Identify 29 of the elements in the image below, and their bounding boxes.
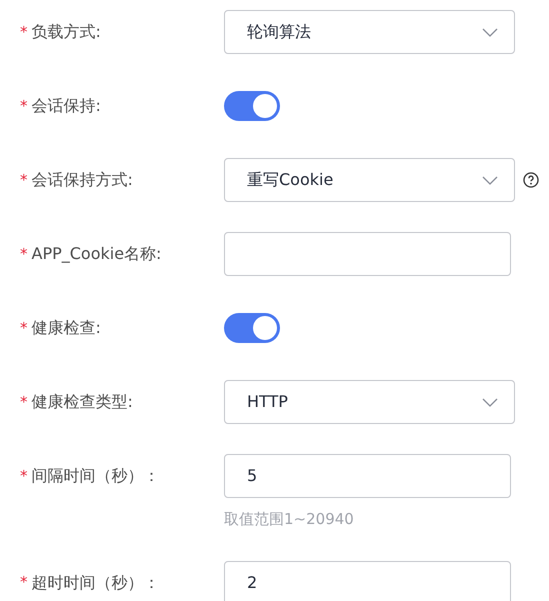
input-field[interactable]: 5 — [224, 454, 511, 498]
required-mark: * — [20, 572, 28, 594]
select-field[interactable]: 重写Cookie — [224, 158, 515, 202]
required-mark: * — [20, 466, 28, 487]
required-mark: * — [20, 392, 28, 413]
input-field[interactable]: 2 — [224, 560, 511, 601]
field-label: 间隔时间（秒）： — [32, 465, 160, 487]
field-label: 会话保持方式: — [32, 169, 133, 191]
toggle-switch[interactable] — [224, 91, 280, 121]
select-field[interactable]: 轮询算法 — [224, 10, 515, 54]
hint-text: 取值范围1~20940 — [224, 509, 355, 530]
field-label: 健康检查类型: — [32, 391, 133, 413]
required-mark: * — [20, 22, 28, 43]
required-mark: * — [20, 170, 28, 191]
field-label: 健康检查: — [32, 317, 101, 339]
input-field[interactable] — [224, 232, 511, 276]
toggle-switch[interactable] — [224, 313, 280, 343]
chevron-down-icon — [482, 176, 498, 184]
select-field[interactable]: HTTP — [224, 380, 515, 424]
required-mark: * — [20, 318, 28, 339]
help-icon[interactable] — [523, 172, 539, 188]
field-label: 会话保持: — [32, 95, 101, 117]
required-mark: * — [20, 244, 28, 265]
chevron-down-icon — [482, 398, 498, 406]
required-mark: * — [20, 96, 28, 117]
field-label: 超时时间（秒）： — [32, 572, 160, 594]
field-label: 负载方式: — [32, 21, 101, 43]
chevron-down-icon — [482, 28, 498, 36]
field-label: APP_Cookie名称: — [32, 243, 162, 265]
